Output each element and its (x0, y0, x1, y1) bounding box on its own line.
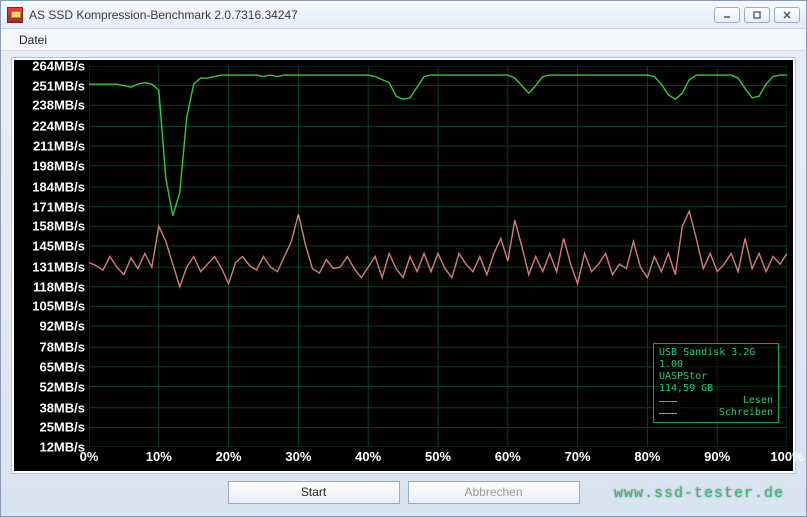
x-tick-label: 60% (495, 449, 521, 464)
content-area: 264MB/s 251MB/s 238MB/s 224MB/s 211MB/s 198MB… (1, 51, 806, 516)
y-tick-label: 118MB/s (33, 279, 85, 294)
window-title: AS SSD Kompression-Benchmark 2.0.7316.34… (29, 8, 714, 22)
x-tick-label: 10% (146, 449, 172, 464)
legend-read: Lesen (659, 395, 773, 407)
chart-frame: 264MB/s 251MB/s 238MB/s 224MB/s 211MB/s 198MB… (11, 57, 796, 474)
minimize-button[interactable] (714, 7, 740, 23)
y-tick-label: 211MB/s (33, 139, 85, 154)
y-tick-label: 12MB/s (39, 440, 85, 455)
app-window: AS SSD Kompression-Benchmark 2.0.7316.34… (0, 0, 807, 517)
legend-write-swatch (659, 413, 677, 414)
plot-area: USB Sandisk 3.2G 1.00 UASPStor 114,59 GB… (89, 66, 787, 447)
x-axis-labels: 0%10%20%30%40%50%60%70%80%90%100% (89, 449, 787, 469)
x-tick-label: 40% (355, 449, 381, 464)
y-tick-label: 158MB/s (32, 219, 85, 234)
legend-read-label: Lesen (743, 395, 773, 406)
close-button[interactable] (774, 7, 800, 23)
menubar: Datei (1, 29, 806, 51)
device-line-2: 1.00 (659, 359, 773, 371)
legend-write: Schreiben (659, 407, 773, 419)
chart: 264MB/s 251MB/s 238MB/s 224MB/s 211MB/s 198MB… (14, 60, 793, 471)
x-tick-label: 20% (216, 449, 242, 464)
device-info-box: USB Sandisk 3.2G 1.00 UASPStor 114,59 GB… (653, 343, 779, 423)
x-tick-label: 0% (80, 449, 99, 464)
menu-file[interactable]: Datei (11, 31, 55, 49)
y-tick-label: 131MB/s (32, 260, 85, 275)
y-tick-label: 251MB/s (32, 78, 85, 93)
y-axis-labels: 264MB/s251MB/s238MB/s224MB/s211MB/s198MB… (14, 66, 89, 447)
y-tick-label: 92MB/s (39, 319, 85, 334)
y-tick-label: 52MB/s (39, 379, 85, 394)
y-tick-label: 105MB/s (32, 299, 85, 314)
button-row: Start Abbrechen www.ssd-tester.de (11, 474, 796, 510)
titlebar: AS SSD Kompression-Benchmark 2.0.7316.34… (1, 1, 806, 29)
x-tick-label: 90% (704, 449, 730, 464)
window-controls (714, 7, 800, 23)
maximize-button[interactable] (744, 7, 770, 23)
y-tick-label: 198MB/s (32, 158, 85, 173)
y-tick-label: 78MB/s (39, 340, 85, 355)
x-tick-label: 70% (565, 449, 591, 464)
y-tick-label: 224MB/s (32, 119, 85, 134)
x-tick-label: 30% (285, 449, 311, 464)
watermark: www.ssd-tester.de (614, 485, 784, 502)
device-line-1: USB Sandisk 3.2G (659, 347, 773, 359)
y-tick-label: 25MB/s (39, 420, 85, 435)
y-tick-label: 184MB/s (32, 179, 85, 194)
x-tick-label: 100% (770, 449, 803, 464)
x-tick-label: 80% (634, 449, 660, 464)
app-icon (7, 7, 23, 23)
legend-read-swatch (659, 401, 677, 402)
cancel-button: Abbrechen (408, 481, 580, 504)
device-line-4: 114,59 GB (659, 383, 773, 395)
y-tick-label: 145MB/s (32, 238, 85, 253)
legend-write-label: Schreiben (719, 407, 773, 418)
y-tick-label: 38MB/s (39, 400, 85, 415)
y-tick-label: 171MB/s (32, 199, 85, 214)
y-tick-label: 238MB/s (32, 98, 85, 113)
y-tick-label: 65MB/s (39, 359, 85, 374)
start-button[interactable]: Start (228, 481, 400, 504)
y-tick-label: 264MB/s (32, 59, 85, 74)
device-line-3: UASPStor (659, 371, 773, 383)
x-tick-label: 50% (425, 449, 451, 464)
